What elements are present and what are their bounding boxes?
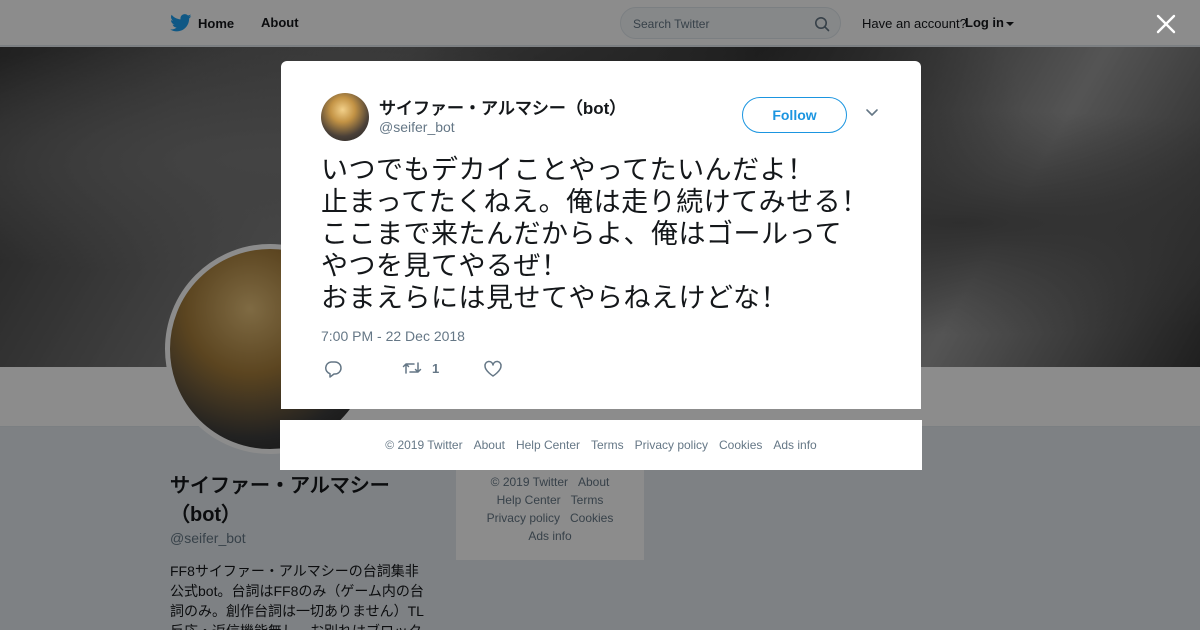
- follow-button[interactable]: Follow: [742, 97, 847, 133]
- retweet-count: 1: [432, 360, 440, 376]
- tweet-text: いつでもデカイことやってたいんだよ！ 止まってたくねえ。俺は走り続けてみせる！ …: [321, 155, 869, 313]
- modal-footer-ads[interactable]: Ads info: [773, 438, 816, 452]
- modal-footer-privacy[interactable]: Privacy policy: [635, 438, 708, 452]
- tweet-modal: サイファー・アルマシー（bot） @seifer_bot Follow いつでも…: [281, 61, 921, 409]
- reply-icon[interactable]: [323, 360, 343, 378]
- modal-footer-terms[interactable]: Terms: [591, 438, 624, 452]
- tweet-timestamp[interactable]: 7:00 PM - 22 Dec 2018: [321, 328, 465, 344]
- modal-footer: © 2019 Twitter About Help Center Terms P…: [280, 420, 922, 470]
- close-icon[interactable]: [1154, 12, 1178, 36]
- chevron-down-icon[interactable]: [865, 108, 879, 118]
- modal-footer-about[interactable]: About: [474, 438, 505, 452]
- retweet-icon: [402, 362, 422, 374]
- tweet-author-avatar[interactable]: [321, 93, 369, 141]
- modal-footer-copyright: © 2019 Twitter: [385, 438, 463, 452]
- retweet-action[interactable]: 1: [402, 360, 439, 376]
- tweet-author-handle[interactable]: @seifer_bot: [379, 119, 455, 135]
- modal-footer-cookies[interactable]: Cookies: [719, 438, 762, 452]
- tweet-author-name[interactable]: サイファー・アルマシー（bot）: [379, 94, 626, 119]
- modal-footer-help[interactable]: Help Center: [516, 438, 580, 452]
- like-icon[interactable]: [483, 360, 503, 378]
